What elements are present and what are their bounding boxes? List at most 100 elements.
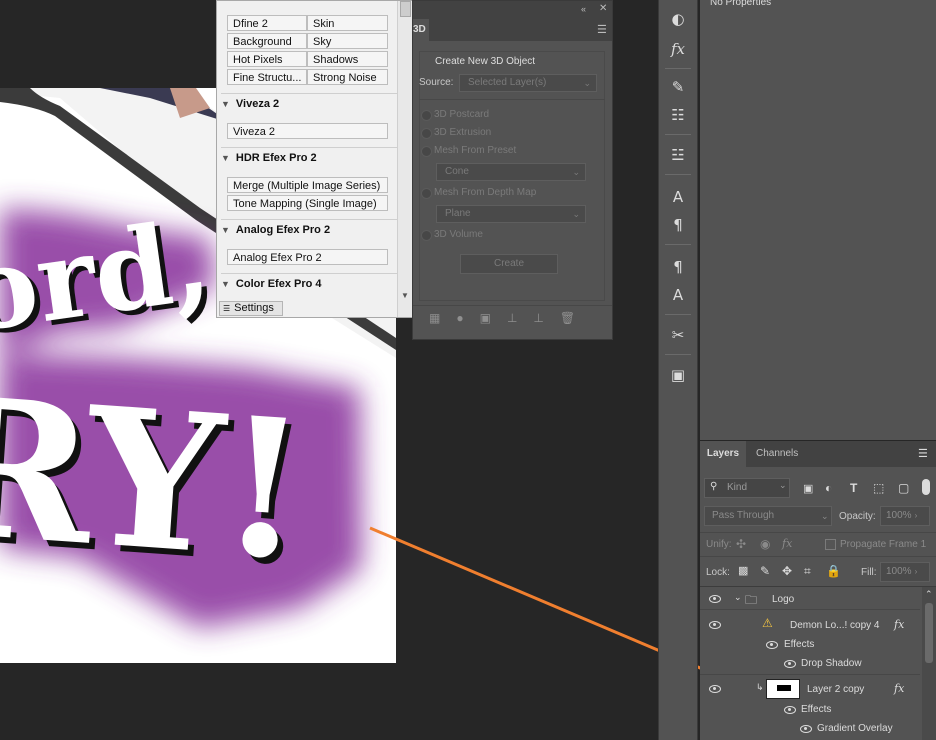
settings-tab[interactable]: ☰ Settings xyxy=(219,301,283,316)
filter-type-icon[interactable]: T xyxy=(850,481,857,495)
scrollbar-thumb[interactable] xyxy=(400,1,411,17)
depth-select: Plane ⌄ xyxy=(436,205,586,223)
chevron-down-icon: ⌄ xyxy=(821,511,829,521)
option-3d-volume: 3D Volume xyxy=(434,229,483,240)
strong-noise-button[interactable]: Strong Noise xyxy=(307,69,388,85)
unify-visibility-icon[interactable]: ◉ xyxy=(760,537,770,551)
character-icon[interactable]: A xyxy=(668,188,688,206)
sky-button[interactable]: Sky xyxy=(307,33,388,49)
radio-mesh-depth xyxy=(421,188,432,199)
effect-drop-shadow-row[interactable]: Drop Shadow xyxy=(700,654,920,674)
scrollbar-thumb[interactable] xyxy=(925,603,933,663)
brush-icon[interactable]: ✎ xyxy=(668,78,688,96)
hdr-merge-button[interactable]: Merge (Multiple Image Series) xyxy=(227,177,388,193)
shadows-button[interactable]: Shadows xyxy=(307,51,388,67)
panel-menu-icon[interactable]: ☰ xyxy=(597,23,607,36)
grid-icon[interactable]: ▦ xyxy=(429,311,456,325)
viveza-button[interactable]: Viveza 2 xyxy=(227,123,388,139)
clone-source-icon[interactable]: ☳ xyxy=(668,146,688,164)
tab-3d[interactable]: 3D xyxy=(413,19,429,41)
effects-row[interactable]: Effects xyxy=(700,700,920,720)
fx-icon[interactable]: fx xyxy=(894,682,904,695)
filter-smart-object-icon[interactable]: ▢ xyxy=(898,481,909,495)
option-3d-postcard: 3D Postcard xyxy=(434,109,490,120)
adjustments-icon[interactable]: ◐ xyxy=(668,10,688,28)
eye-icon[interactable] xyxy=(709,621,721,629)
fill-label: Fill: xyxy=(861,567,877,578)
lock-transparent-icon[interactable]: ▩ xyxy=(738,564,748,577)
ground-icon[interactable]: ⊥ xyxy=(507,311,533,325)
section-viveza[interactable]: ▼ Viveza 2 xyxy=(217,95,397,113)
collapse-icon[interactable]: « xyxy=(581,4,586,14)
divider xyxy=(419,99,605,100)
character-styles-icon[interactable]: A xyxy=(668,286,688,304)
scrollbar[interactable]: ▼ xyxy=(397,1,412,317)
render-icon[interactable]: ⊥ xyxy=(533,311,559,325)
scroll-down-arrow-icon[interactable]: ▼ xyxy=(401,291,409,300)
filter-toggle[interactable] xyxy=(922,479,930,495)
layer-row-demon-logo[interactable]: ⚠ Demon Lo...! copy 4 fx xyxy=(700,615,920,635)
lock-all-icon[interactable]: 🔒 xyxy=(826,564,841,578)
divider xyxy=(700,532,936,533)
background-button[interactable]: Background xyxy=(227,33,307,49)
option-mesh-depth: Mesh From Depth Map xyxy=(434,187,537,198)
lock-artboard-icon[interactable]: ⌗ xyxy=(804,564,811,579)
opacity-label: Opacity: xyxy=(839,511,876,522)
layer-row-logo[interactable]: ⌄ 🗀 Logo xyxy=(700,589,920,609)
paragraph-styles-icon[interactable]: ¶ xyxy=(668,258,688,276)
effects-label: Effects xyxy=(801,704,832,715)
section-hdr-efex[interactable]: ▼ HDR Efex Pro 2 xyxy=(217,149,397,167)
analog-efex-button[interactable]: Analog Efex Pro 2 xyxy=(227,249,388,265)
opacity-input[interactable]: 100% › xyxy=(880,506,930,526)
filter-adjustment-icon[interactable]: ◐ xyxy=(825,481,832,495)
divider xyxy=(665,134,691,135)
divider xyxy=(700,609,920,610)
fill-input[interactable]: 100% › xyxy=(880,562,930,582)
propagate-checkbox[interactable] xyxy=(825,539,836,550)
tab-layers[interactable]: Layers xyxy=(700,441,746,467)
filter-shape-icon[interactable]: ⬚ xyxy=(873,481,884,495)
styles-icon[interactable]: fx xyxy=(668,40,688,58)
brush-settings-icon[interactable]: ☷ xyxy=(668,106,688,124)
effects-label: Effects xyxy=(784,639,815,650)
dfine-skin-button[interactable]: Dfine 2 xyxy=(227,15,307,31)
eye-icon[interactable] xyxy=(800,725,812,733)
fx-icon[interactable]: fx xyxy=(894,618,904,631)
panel-titlebar: « ✕ xyxy=(413,1,612,19)
eye-icon[interactable] xyxy=(784,706,796,714)
tool-presets-icon[interactable]: ✂ xyxy=(668,326,688,344)
3d-icon[interactable]: ▣ xyxy=(668,366,688,384)
light-icon[interactable]: ● xyxy=(456,311,479,325)
tab-channels[interactable]: Channels xyxy=(756,441,798,467)
hdr-tone-mapping-button[interactable]: Tone Mapping (Single Image) xyxy=(227,195,388,211)
layers-scrollbar[interactable]: ⌃ xyxy=(922,587,936,740)
effects-row[interactable]: Effects xyxy=(700,635,920,655)
effect-gradient-overlay-row[interactable]: Gradient Overlay xyxy=(700,719,920,739)
eye-icon[interactable] xyxy=(766,641,778,649)
panel-menu-icon[interactable]: ☰ xyxy=(918,447,928,460)
lock-brush-icon[interactable]: ✎ xyxy=(760,564,770,578)
fine-structure-button[interactable]: Fine Structu... xyxy=(227,69,307,85)
create-button[interactable]: Create xyxy=(460,254,558,274)
section-color-efex[interactable]: ▼ Color Efex Pro 4 xyxy=(217,275,397,293)
blend-mode-select[interactable]: Pass Through ⌄ xyxy=(704,506,832,526)
lock-position-icon[interactable]: ✥ xyxy=(782,564,792,578)
unify-style-icon[interactable]: fx xyxy=(782,537,792,550)
scene-icon[interactable]: ▣ xyxy=(480,311,507,325)
filter-pixel-icon[interactable]: ▣ xyxy=(803,482,813,495)
layer-row-layer2-copy[interactable]: ↳ Layer 2 copy fx xyxy=(700,678,920,700)
chevron-down-icon[interactable]: ⌄ xyxy=(734,592,742,603)
paragraph-icon[interactable]: ¶ xyxy=(668,216,688,234)
search-icon: ⚲ xyxy=(710,481,718,492)
scroll-up-arrow-icon[interactable]: ⌃ xyxy=(925,589,933,600)
eye-icon[interactable] xyxy=(709,595,721,603)
eye-icon[interactable] xyxy=(709,685,721,693)
close-icon[interactable]: ✕ xyxy=(599,3,607,14)
trash-icon[interactable]: 🗑 xyxy=(560,311,591,325)
filter-kind-select[interactable]: ⚲ Kind ⌄ xyxy=(704,478,790,498)
unify-position-icon[interactable]: ✣ xyxy=(736,537,746,551)
eye-icon[interactable] xyxy=(784,660,796,668)
skin-button[interactable]: Skin xyxy=(307,15,388,31)
hot-pixels-button[interactable]: Hot Pixels xyxy=(227,51,307,67)
section-analog-efex[interactable]: ▼ Analog Efex Pro 2 xyxy=(217,221,397,239)
